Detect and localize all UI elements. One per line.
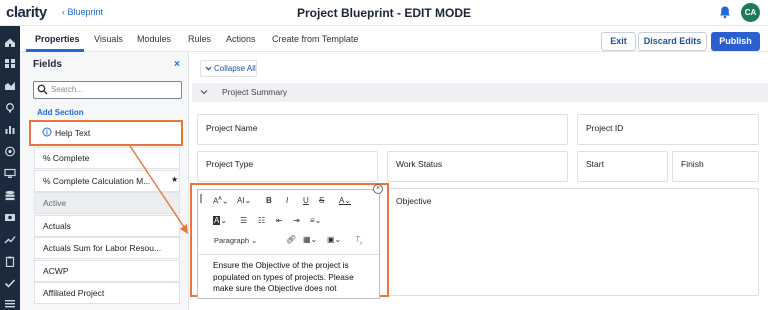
search-placeholder: Search... [51, 85, 84, 94]
drag-arrow [129, 145, 188, 234]
link-icon[interactable]: 🔗︎ [286, 235, 296, 244]
paragraph-format-select[interactable]: Paragraph ⌄ [214, 236, 257, 245]
bell-icon[interactable] [718, 5, 732, 19]
monitor-icon[interactable] [4, 168, 16, 179]
image-icon[interactable]: ▣⌄ [327, 235, 341, 244]
tab-properties[interactable]: Properties [35, 34, 80, 44]
drag-handle[interactable] [200, 194, 202, 203]
search-icon [37, 84, 48, 95]
bullet-list-icon[interactable]: ☰ [240, 216, 247, 225]
paragraph-format-label: Paragraph [214, 236, 250, 245]
grid-icon[interactable] [4, 58, 16, 69]
clear-format-icon[interactable]: Tx [355, 235, 362, 247]
tab-visuals[interactable]: Visuals [94, 34, 123, 44]
clipboard-icon[interactable] [4, 256, 16, 267]
tab-modules[interactable]: Modules [137, 34, 171, 44]
field-label: Work Status [396, 159, 443, 169]
list-item[interactable]: Affiliated Project [34, 282, 180, 304]
table-icon[interactable]: ▦⌄ [303, 235, 317, 244]
add-section-link[interactable]: Add Section [37, 108, 84, 117]
list-item[interactable]: ACWP [34, 260, 180, 282]
page-title: Project Blueprint - EDIT MODE [296, 6, 471, 20]
align-icon[interactable]: ≡⌄ [310, 216, 321, 225]
section-title: Project Summary [222, 87, 288, 97]
bar-chart-icon[interactable] [4, 124, 16, 135]
check-icon[interactable] [4, 278, 16, 289]
publish-button[interactable]: Publish [711, 32, 760, 51]
exit-button[interactable]: Exit [601, 32, 636, 51]
field-objective[interactable] [387, 188, 759, 296]
money-icon[interactable] [4, 212, 16, 223]
underline-icon[interactable]: U [303, 196, 309, 205]
numbered-list-icon[interactable]: ☷ [258, 216, 265, 225]
field-label: Finish [681, 159, 704, 169]
idea-icon[interactable] [4, 102, 16, 113]
strikethrough-icon[interactable]: S [319, 196, 324, 205]
list-item[interactable]: Actuals Sum for Labor Resou... [34, 237, 180, 259]
editor-divider [198, 254, 379, 255]
outdent-icon[interactable]: ⇤ [276, 216, 283, 225]
indent-icon[interactable]: ⇥ [293, 216, 300, 225]
editor-content[interactable]: Ensure the Objective of the project is p… [213, 260, 375, 295]
database-icon[interactable] [4, 190, 16, 201]
info-icon [42, 127, 52, 137]
font-size-icon[interactable]: AA⌄ [213, 196, 228, 206]
field-label: Start [586, 159, 604, 169]
tab-actions[interactable]: Actions [226, 34, 256, 44]
help-text-field[interactable] [29, 120, 183, 146]
trend-icon[interactable] [4, 234, 16, 245]
field-label: Project Type [206, 159, 254, 169]
discard-edits-button[interactable]: Discard Edits [638, 32, 707, 51]
close-icon[interactable]: × [174, 59, 180, 70]
avatar[interactable]: CA [741, 3, 760, 22]
collapse-all-label: Collapse All [214, 64, 256, 73]
bold-icon[interactable]: B [266, 196, 272, 205]
tab-create-from-template[interactable]: Create from Template [272, 34, 358, 44]
close-icon[interactable]: × [373, 184, 383, 194]
list-icon[interactable] [4, 298, 16, 309]
left-nav [0, 26, 20, 310]
fields-panel-title: Fields [33, 59, 62, 70]
help-text-label: Help Text [55, 128, 91, 138]
field-label: Project Name [206, 123, 258, 133]
font-color-icon[interactable]: A⌄ [339, 196, 351, 205]
chevron-down-icon[interactable] [200, 88, 208, 96]
chevron-down-icon [205, 66, 212, 71]
field-label: Project ID [586, 123, 624, 133]
line-height-icon[interactable]: AI⌄ [237, 196, 251, 205]
home-icon[interactable] [4, 37, 16, 48]
field-label: Objective [396, 196, 432, 206]
highlight-color-icon[interactable]: A⌄ [213, 216, 227, 225]
target-icon[interactable] [4, 146, 16, 157]
portfolio-icon[interactable] [4, 80, 16, 91]
tab-rules[interactable]: Rules [188, 34, 211, 44]
italic-icon[interactable]: I [286, 196, 288, 205]
